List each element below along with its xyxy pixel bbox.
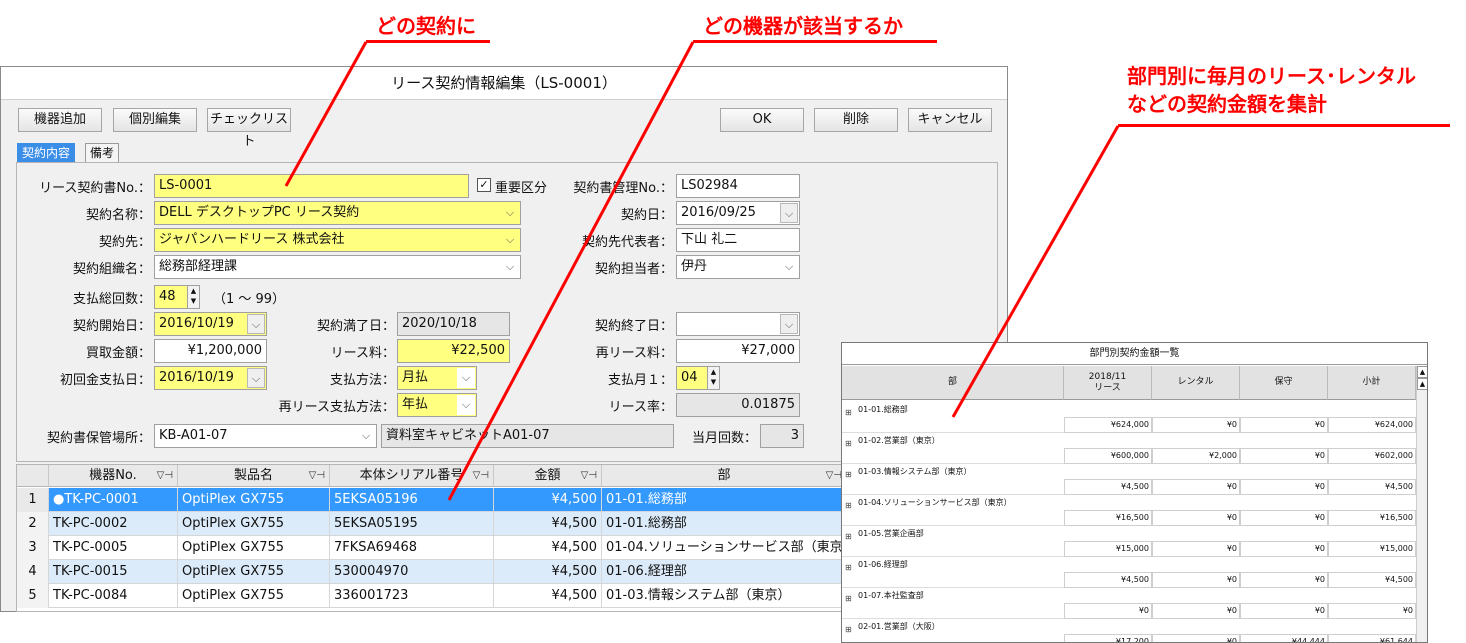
pointer-device xyxy=(447,41,695,501)
annotation-pointers xyxy=(284,41,1120,501)
pointer-summary xyxy=(951,125,1120,418)
pointer-contract xyxy=(284,41,368,187)
